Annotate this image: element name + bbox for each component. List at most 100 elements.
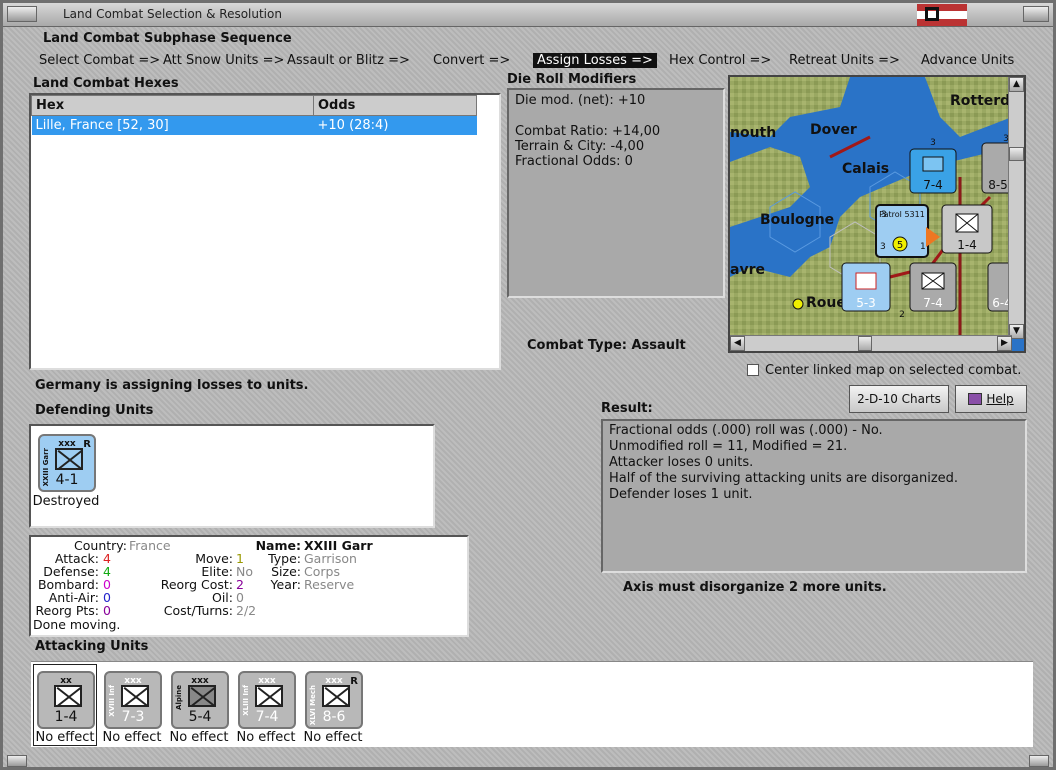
reorgpts-value: 0 [103, 603, 111, 618]
charts-button[interactable]: 2-D-10 Charts [849, 385, 949, 413]
map-unit-badge: 3 [930, 138, 936, 148]
infantry-icon [255, 685, 283, 707]
result-line: Half of the surviving attacking units ar… [609, 471, 959, 486]
costturns-value: 2/2 [236, 603, 257, 618]
help-label: Help [986, 392, 1014, 406]
defending-unit-counter[interactable]: xxx R XXIII Garr 4-1 [38, 434, 96, 492]
center-map-checkbox[interactable] [747, 364, 759, 376]
unit-status: No effect [102, 730, 162, 745]
infantry-icon [121, 685, 149, 707]
unit-strength: 4-1 [55, 472, 79, 488]
assigning-message: Germany is assigning losses to units. [35, 378, 309, 393]
attacking-unit-counter[interactable]: xx 1-4 [37, 671, 95, 729]
map-unit-counter[interactable]: 5-3 [841, 262, 891, 312]
mechanized-icon [322, 685, 350, 707]
map-hscroll-thumb[interactable] [858, 336, 872, 351]
map-vertical-scrollbar[interactable]: ▲ ▼ [1008, 77, 1024, 339]
title-bar[interactable]: Land Combat Selection & Resolution [3, 3, 1053, 27]
seq-advance-units[interactable]: Advance Units [921, 53, 1014, 68]
seq-att-snow-units[interactable]: Att Snow Units => [163, 53, 284, 68]
attacking-unit-counter[interactable]: xxx XLIII Inf 7-4 [238, 671, 296, 729]
combat-type: Combat Type: Assault [527, 338, 686, 353]
seq-assign-losses[interactable]: Assign Losses => [533, 53, 657, 68]
garrison-icon [55, 448, 83, 470]
year-label: Year: [270, 577, 301, 592]
combat-type-label: Combat Type: [527, 338, 627, 353]
result-panel: Fractional odds (.000) roll was (.000) -… [601, 419, 1027, 573]
unit-status: No effect [303, 730, 363, 745]
scroll-left-icon[interactable]: ◀ [730, 336, 745, 351]
unit-strength: 1-4 [54, 709, 78, 725]
country-value: France [129, 538, 171, 553]
seq-retreat-units[interactable]: Retreat Units => [789, 53, 900, 68]
combat-type-value: Assault [631, 338, 686, 353]
scroll-right-icon[interactable]: ▶ [997, 336, 1012, 351]
combat-ratio: Combat Ratio: +14,00 [515, 124, 661, 139]
done-moving: Done moving. [33, 617, 121, 632]
map-unit-counter[interactable]: 1-4 [941, 204, 993, 254]
seq-hex-control[interactable]: Hex Control => [669, 53, 771, 68]
center-map-label: Center linked map on selected combat. [765, 363, 1022, 378]
map-label-rotterdam: Rotterd [950, 93, 1010, 109]
die-mod-net: Die mod. (net): +10 [515, 93, 646, 108]
scroll-up-icon[interactable]: ▲ [1009, 77, 1024, 92]
map-unit-strength: 5-3 [856, 296, 876, 310]
reorgpts-label: Reorg Pts: [35, 603, 99, 618]
costturns-label: Cost/Turns: [163, 603, 233, 618]
year-value: Reserve [304, 577, 355, 592]
map-horizontal-scrollbar[interactable]: ◀ ▶ [730, 335, 1012, 351]
unit-status: Destroyed [32, 494, 100, 509]
stack-num-br: 1 [920, 242, 926, 252]
unit-strength: 8-6 [322, 709, 346, 725]
modifiers-heading: Die Roll Modifiers [507, 72, 637, 87]
attacking-heading: Attacking Units [35, 639, 149, 654]
hex-cell[interactable]: Lille, France [52, 30] [31, 115, 314, 135]
seq-assault-or-blitz[interactable]: Assault or Blitz => [287, 53, 410, 68]
unit-strength: 7-4 [255, 709, 279, 725]
book-icon [968, 393, 983, 405]
defending-heading: Defending Units [35, 403, 154, 418]
modifiers-panel: Die mod. (net): +10 Combat Ratio: +14,00… [507, 88, 725, 298]
resize-grip-left[interactable] [7, 755, 27, 767]
center-map-option[interactable]: Center linked map on selected combat. [747, 363, 1021, 378]
map-unit-strength: 7-4 [923, 296, 943, 310]
seq-convert[interactable]: Convert => [433, 53, 510, 68]
infantry-icon [54, 685, 82, 707]
germany-flag-icon [917, 4, 967, 26]
col-odds-header[interactable]: Odds [313, 95, 477, 116]
unit-strength: 7-3 [121, 709, 145, 725]
seq-select-combat[interactable]: Select Combat => [39, 53, 160, 68]
subphase-heading: Land Combat Subphase Sequence [43, 31, 292, 46]
unit-status: No effect [169, 730, 229, 745]
result-line: Unmodified roll = 11, Modified = 21. [609, 439, 848, 454]
unit-status: No effect [236, 730, 296, 745]
linked-map[interactable]: Rotterd Dover nouth Calais Boulogne avre… [728, 75, 1026, 353]
window-menu-button[interactable] [7, 6, 37, 22]
attacking-unit-counter[interactable]: xxx R XLVI Mech 8-6 [305, 671, 363, 729]
terrain-city: Terrain & City: -4,00 [515, 139, 645, 154]
unit-info-panel: Country: France Attack: 4 Defense: 4 Bom… [29, 535, 469, 637]
map-label-dover: Dover [810, 122, 857, 138]
col-hex-header[interactable]: Hex [31, 95, 314, 116]
attacking-units-panel: xx 1-4 No effect xxx XVIII Inf 7-3 No ef… [31, 661, 1033, 747]
attacking-unit-counter[interactable]: xxx XVIII Inf 7-3 [104, 671, 162, 729]
map-label-rouen: Roue [806, 295, 846, 311]
odds-cell[interactable]: +10 (28:4) [313, 115, 477, 135]
unit-reserve: R [83, 439, 91, 450]
map-unit-strength: 1-4 [957, 238, 977, 252]
fractional-odds: Fractional Odds: 0 [515, 154, 633, 169]
unit-reserve: R [350, 676, 358, 687]
mountain-infantry-icon [188, 685, 216, 707]
map-unit-badge: 2 [899, 310, 905, 320]
table-row[interactable]: Lille, France [52, 30] +10 (28:4) [31, 115, 477, 135]
help-button[interactable]: Help [955, 385, 1027, 413]
unit-name-side: Alpine [175, 685, 183, 710]
attacking-unit-counter[interactable]: xxx Alpine 5-4 [171, 671, 229, 729]
map-vscroll-thumb[interactable] [1009, 147, 1024, 161]
result-heading: Result: [601, 401, 653, 416]
map-label-plymouth: nouth [730, 125, 776, 141]
disorganize-message: Axis must disorganize 2 more units. [623, 580, 887, 595]
resize-grip-right[interactable] [1029, 755, 1049, 767]
close-icon[interactable] [1023, 6, 1049, 22]
hexes-list[interactable]: Hex Odds Lille, France [52, 30] +10 (28:… [29, 93, 501, 370]
